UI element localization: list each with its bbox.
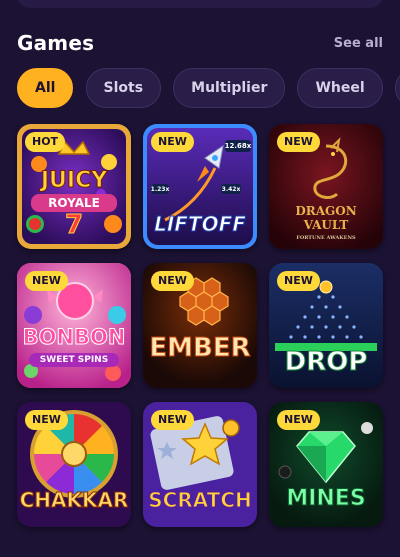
new-badge: NEW xyxy=(151,271,194,291)
game-title: MINES xyxy=(286,486,366,512)
section-header: Games See all xyxy=(17,30,383,56)
game-title: LIFTOFF xyxy=(154,212,247,237)
game-title: CHAKKAR xyxy=(19,488,129,513)
game-tile-bonbon[interactable]: NEW BONBON SWEET SPINS xyxy=(17,263,131,388)
game-title: JUICY xyxy=(40,168,108,194)
games-grid: HOT JUICY ROYALE 7 NEW 12.68x 3.42x 1.23… xyxy=(17,124,383,527)
multiplier-label: 3.42x xyxy=(221,186,241,193)
game-subtitle: SWEET SPINS xyxy=(29,353,119,367)
game-tile-dragon-vault[interactable]: NEW DRAGON VAULT FORTUNE AWAKENS xyxy=(269,124,383,249)
game-tile-ember[interactable]: NEW EMBER xyxy=(143,263,257,388)
see-all-link[interactable]: See all xyxy=(334,36,383,51)
new-badge: NEW xyxy=(277,271,320,291)
filter-chip-multiplier[interactable]: Multiplier xyxy=(173,68,286,108)
game-tile-juicy-royale[interactable]: HOT JUICY ROYALE 7 xyxy=(17,124,131,249)
new-badge: NEW xyxy=(277,132,320,152)
filter-chip-slots[interactable]: Slots xyxy=(85,68,162,108)
game-title: BONBON xyxy=(22,325,126,350)
filter-chip-more[interactable] xyxy=(394,68,400,108)
game-tile-liftoff[interactable]: NEW 12.68x 3.42x 1.23x LIFTOFF xyxy=(143,124,257,249)
game-tile-chakkar[interactable]: NEW CHAKKAR xyxy=(17,402,131,527)
new-badge: NEW xyxy=(25,410,68,430)
filter-chips: All Slots Multiplier Wheel xyxy=(17,68,400,108)
multiplier-label: 12.68x xyxy=(224,142,252,150)
game-tagline: FORTUNE AWAKENS xyxy=(296,235,356,241)
game-title: SCRATCH xyxy=(148,488,252,513)
game-extra: 7 xyxy=(64,210,84,241)
game-subtitle: VAULT xyxy=(303,218,349,232)
game-title: DROP xyxy=(284,347,368,378)
new-badge: NEW xyxy=(277,410,320,430)
multiplier-label: 1.23x xyxy=(150,186,170,193)
search-bar[interactable] xyxy=(16,0,384,8)
hot-badge: HOT xyxy=(25,132,66,152)
section-title: Games xyxy=(17,31,95,55)
filter-chip-all[interactable]: All xyxy=(17,68,74,108)
game-tile-scratch[interactable]: NEW SCRATCH xyxy=(143,402,257,527)
game-tile-mines[interactable]: NEW MINES xyxy=(269,402,383,527)
new-badge: NEW xyxy=(151,410,194,430)
filter-chip-wheel[interactable]: Wheel xyxy=(297,68,383,108)
game-title: EMBER xyxy=(149,333,251,364)
new-badge: NEW xyxy=(151,132,194,152)
game-tile-drop[interactable]: NEW DROP xyxy=(269,263,383,388)
game-title: DRAGON xyxy=(295,204,357,218)
new-badge: NEW xyxy=(25,271,68,291)
